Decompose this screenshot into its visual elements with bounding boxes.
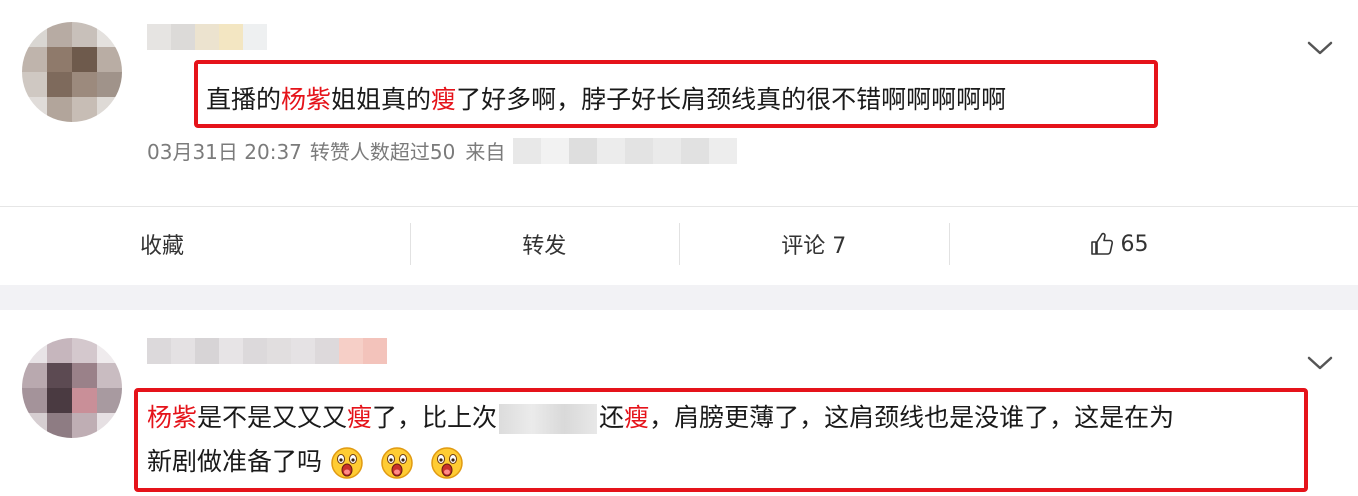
chevron-down-icon[interactable] [1305,353,1335,373]
avatar[interactable] [22,338,122,438]
source-label: 来自 [465,140,506,164]
avatar[interactable] [22,22,122,122]
blurred-text [499,404,598,434]
thumbs-up-icon [1090,232,1113,255]
repost-stat: 转赞人数超过50 [309,140,456,164]
shocked-emoji-icon [381,447,413,479]
comment-label: 评论 7 [781,234,847,259]
username-blurred[interactable] [147,24,267,50]
comment-text: 直播的杨紫姐姐真的瘦了好多啊，脖子好长肩颈线真的很不错啊啊啊啊啊 [206,85,1007,114]
comment-button[interactable]: 评论 7 [679,207,949,281]
timestamp[interactable]: 03月31日 20:37 [147,136,302,165]
like-count: 65 [1120,231,1149,257]
source-blurred[interactable] [513,137,738,164]
repost-label: 转发 [522,234,567,259]
weibo-comment-1: 直播的杨紫姐姐真的瘦了好多啊，脖子好长肩颈线真的很不错啊啊啊啊啊 03月31日 … [0,0,1358,285]
like-button[interactable]: 65 [948,207,1358,281]
chevron-down-icon[interactable] [1305,38,1335,58]
favorite-button[interactable]: 收藏 [0,207,410,281]
username-blurred[interactable] [147,338,387,364]
shocked-emoji-icon [431,447,463,479]
favorite-label: 收藏 [140,234,185,259]
shocked-emoji-icon [331,447,363,479]
weibo-comment-2: 杨紫是不是又又又瘦了，比上次 还瘦，肩膀更薄了，这肩颈线也是没谁了，这是在为 新剧… [0,310,1358,496]
comment-meta: 03月31日 20:37 转赞人数超过50 来自 [147,136,738,165]
feed-separator [0,285,1358,310]
action-bar: 收藏 转发 评论 7 65 [0,207,1358,281]
comment-text: 杨紫是不是又又又瘦了，比上次 还瘦，肩膀更薄了，这肩颈线也是没谁了，这是在为 新剧… [147,396,1174,484]
repost-button[interactable]: 转发 [409,207,680,281]
